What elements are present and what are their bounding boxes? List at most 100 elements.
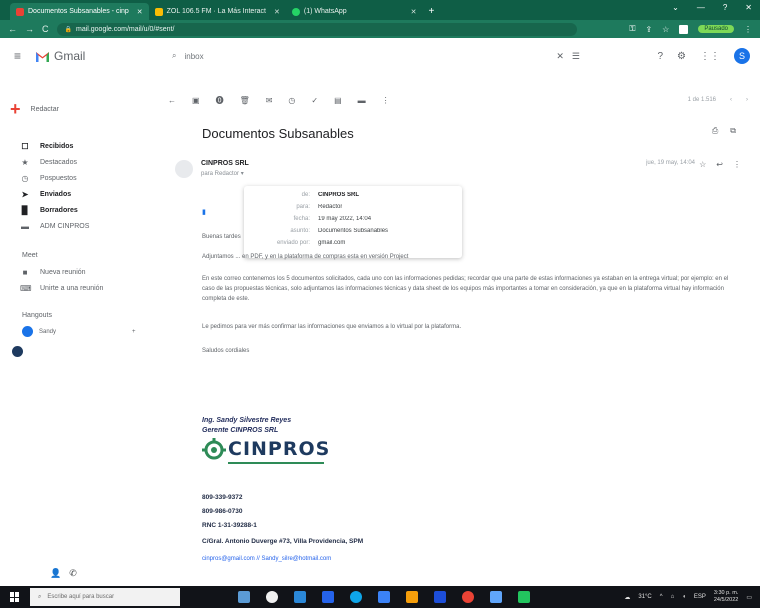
sync-paused-button[interactable]: Pausado [698, 25, 734, 33]
detail-value: Redactor [318, 204, 343, 210]
apps-grid-icon[interactable]: ⋮⋮ [700, 51, 720, 62]
account-avatar[interactable]: S [734, 48, 750, 64]
reply-icon[interactable]: ↩ [716, 160, 723, 169]
compose-button[interactable]: + Redactar [10, 100, 59, 118]
meet-new-meeting[interactable]: ■ Nueva reunión [20, 268, 150, 277]
to-me-text: para Redactor [201, 171, 240, 177]
delete-icon[interactable]: 🗑 [240, 96, 250, 105]
mark-unread-icon[interactable]: ✉ [266, 96, 273, 105]
logo-underline [228, 462, 324, 464]
close-tab-icon[interactable]: ✕ [411, 8, 417, 16]
key-icon[interactable]: ⚿ [629, 24, 635, 34]
url-input[interactable]: 🔒 mail.google.com/mail/u/0/#sent/ [56, 22, 577, 36]
close-tab-icon[interactable]: ✕ [137, 8, 143, 16]
search-options-icon[interactable]: ☰ [572, 51, 580, 62]
network-icon[interactable]: ⌂ [671, 594, 675, 600]
hangouts-user-label: Sandy [39, 328, 57, 335]
prev-page-icon[interactable]: ‹ [730, 97, 732, 103]
sidebar-item-snoozed[interactable]: ◷ Pospuestos [20, 174, 150, 183]
sidebar-item-inbox[interactable]: ☐ Recibidos [20, 142, 150, 151]
browser-tab-whatsapp[interactable]: (1) WhatsApp ✕ [286, 3, 423, 20]
edge-icon[interactable] [350, 591, 362, 603]
add-task-icon[interactable]: ✓ [311, 96, 318, 105]
cortana-icon[interactable] [266, 591, 278, 603]
browser-tab-radio[interactable]: ZOL 106.5 FM · La Más Interact ✕ [149, 3, 286, 20]
new-tab-button[interactable]: + [423, 6, 441, 20]
star-icon: ★ [21, 158, 29, 167]
draft-icon: ▉ [21, 206, 29, 215]
sidebar-item-label: Enviados [40, 191, 72, 198]
sidebar-item-drafts[interactable]: ▉ Borradores [20, 206, 150, 215]
search-input[interactable]: inbox [184, 52, 203, 61]
person-icon[interactable]: 👤 [50, 568, 61, 579]
word-icon[interactable] [322, 591, 334, 603]
taskbar-clock[interactable]: 3:30 p. m. 24/5/2022 [714, 590, 738, 604]
windows-taskbar: ⌕ Escribe aquí para buscar ☁ 31°C ^ ⌂ ◖ … [0, 586, 760, 608]
tab-label: ZOL 106.5 FM · La Más Interact [166, 8, 266, 15]
attachment-chip[interactable]: ▮ [202, 208, 206, 216]
close-window-icon[interactable]: ✕ [745, 3, 752, 12]
add-contact-icon[interactable]: + [132, 329, 136, 335]
report-spam-icon[interactable]: ⓿ [216, 95, 224, 106]
phone-icon[interactable]: ✆ [69, 568, 77, 579]
signature-emails[interactable]: cinpros@gmail.com // Sandy_silre@hotmail… [202, 556, 331, 562]
gmail-logo[interactable]: Gmail [35, 49, 85, 63]
reload-icon[interactable]: C [42, 24, 49, 34]
browser-tab-gmail[interactable]: Documentos Subsanables - cinp ✕ [10, 3, 149, 20]
weather-icon[interactable]: ☁ [624, 594, 630, 601]
star-icon[interactable]: ☆ [699, 160, 706, 169]
message-toolbar: ← ▣ ⓿ 🗑 ✉ ◷ ✓ ▤ ▬ ⋮ 1 de 1.516 ‹ › [168, 92, 748, 108]
clear-search-icon[interactable]: ✕ [556, 51, 564, 62]
sidebar-item-sent[interactable]: ➤ Enviados [20, 190, 150, 199]
start-button[interactable] [0, 592, 30, 602]
task-view-icon[interactable] [294, 591, 306, 603]
move-to-icon[interactable]: ▤ [334, 96, 342, 105]
store-icon[interactable] [378, 591, 390, 603]
main-menu-icon[interactable]: ≡ [14, 49, 21, 63]
support-icon[interactable]: ? [657, 51, 663, 62]
back-arrow-icon[interactable]: ← [168, 96, 176, 105]
sender-name[interactable]: CINPROS SRL [201, 160, 249, 167]
archive-icon[interactable]: ▣ [192, 96, 200, 105]
next-page-icon[interactable]: › [746, 97, 748, 103]
minimize-icon[interactable]: — [697, 3, 705, 12]
sender-name-text: CINPROS SRL [201, 160, 249, 167]
file-explorer-icon[interactable] [406, 591, 418, 603]
mail-app-icon[interactable] [434, 591, 446, 603]
open-new-window-icon[interactable]: ⧉ [730, 126, 736, 136]
snooze-icon[interactable]: ◷ [288, 96, 295, 105]
volume-icon[interactable]: ◖ [682, 594, 686, 600]
mail-search-bar[interactable]: ⌕ inbox ✕ ☰ [162, 44, 592, 68]
search-icon[interactable]: ⌕ [172, 51, 176, 61]
hangouts-contact-2[interactable] [12, 346, 23, 357]
more-options-icon[interactable]: ⋮ [382, 96, 390, 105]
taskbar-search[interactable]: ⌕ Escribe aquí para buscar [30, 588, 180, 606]
maximize-icon[interactable]: ? [723, 3, 727, 12]
meet-join-meeting[interactable]: ⌨ Unirte a una reunión [20, 284, 150, 293]
back-icon[interactable]: ← [8, 24, 17, 34]
label-tag-icon[interactable]: ▬ [358, 96, 366, 105]
sidebar-item-adm-cinpros[interactable]: ▬ ADM CINPROS [20, 222, 150, 231]
app-icon[interactable] [490, 591, 502, 603]
chrome-icon[interactable] [462, 591, 474, 603]
photos-icon[interactable] [518, 591, 530, 603]
recipient-toggle[interactable]: para Redactor ▾ [201, 170, 244, 177]
share-icon[interactable]: ⇪ [645, 25, 652, 34]
input-language[interactable]: ESP [694, 594, 706, 600]
profile-square-icon[interactable] [679, 24, 689, 34]
bookmark-star-icon[interactable]: ☆ [662, 25, 669, 34]
forward-icon[interactable]: → [25, 24, 34, 34]
close-tab-icon[interactable]: ✕ [274, 8, 280, 16]
gear-icon[interactable]: ⚙ [677, 51, 686, 62]
signature-name: Ing. Sandy Silvestre Reyes [202, 417, 292, 424]
window-dropdown-icon[interactable]: ⌄ [672, 3, 679, 12]
more-vert-icon[interactable]: ⋮ [733, 160, 741, 169]
notifications-icon[interactable]: ▭ [746, 594, 752, 601]
sidebar-item-starred[interactable]: ★ Destacados [20, 158, 150, 167]
windows-logo-icon [10, 592, 20, 602]
hangouts-contact[interactable]: Sandy + [22, 326, 136, 337]
widgets-icon[interactable] [238, 591, 250, 603]
print-icon[interactable]: ⎙ [712, 126, 718, 136]
tray-chevron-icon[interactable]: ^ [660, 594, 663, 600]
menu-dots-icon[interactable]: ⋮ [744, 25, 752, 34]
